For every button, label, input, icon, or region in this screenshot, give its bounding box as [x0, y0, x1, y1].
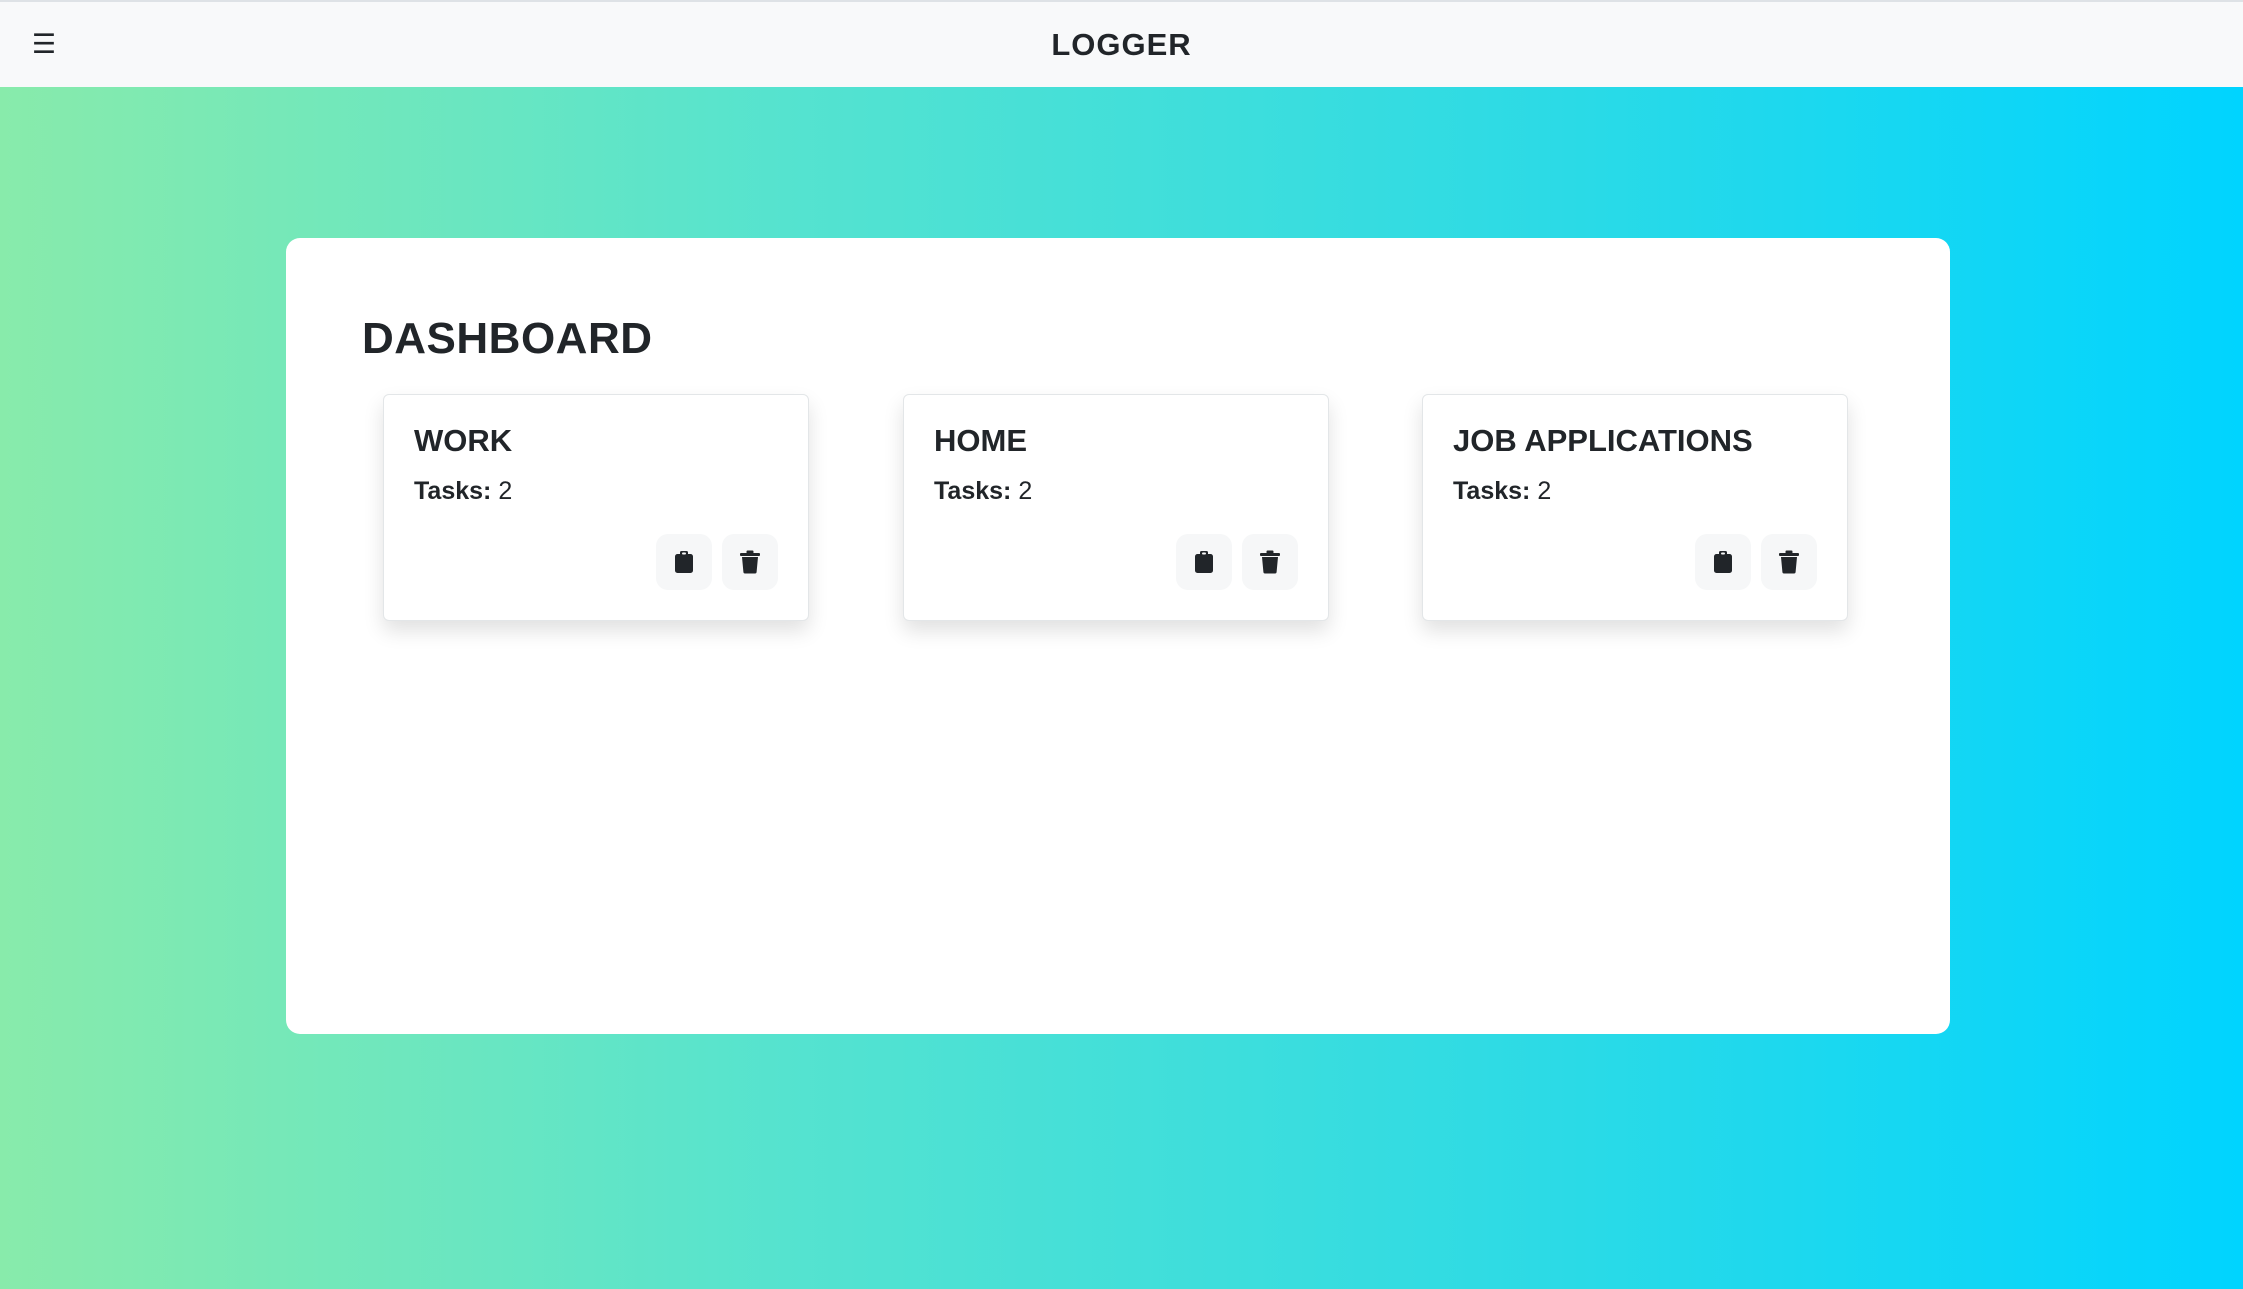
- app-title: LOGGER: [1051, 26, 1192, 62]
- dashboard-panel: DASHBOARD WORK Tasks: 2 HOME Tasks: 2 JO…: [286, 238, 1950, 1034]
- trash-icon: [1260, 550, 1280, 574]
- trash-icon: [740, 550, 760, 574]
- task-count-value: 2: [1537, 477, 1552, 505]
- task-count: Tasks: 2: [414, 477, 512, 506]
- open-tasks-button[interactable]: [1695, 534, 1751, 590]
- card-actions: [1695, 534, 1817, 590]
- delete-category-button[interactable]: [1242, 534, 1298, 590]
- card-actions: [656, 534, 778, 590]
- open-tasks-button[interactable]: [1176, 534, 1232, 590]
- open-tasks-button[interactable]: [656, 534, 712, 590]
- clipboard-icon: [1195, 551, 1213, 573]
- card-title: JOB APPLICATIONS: [1453, 423, 1753, 458]
- category-card-work[interactable]: WORK Tasks: 2: [383, 394, 809, 621]
- task-count-value: 2: [1018, 477, 1033, 505]
- delete-category-button[interactable]: [722, 534, 778, 590]
- category-card-job-applications[interactable]: JOB APPLICATIONS Tasks: 2: [1422, 394, 1848, 621]
- trash-icon: [1779, 550, 1799, 574]
- task-count: Tasks: 2: [1453, 477, 1551, 506]
- task-count-label: Tasks:: [1453, 477, 1531, 505]
- hamburger-icon: ☰: [31, 28, 57, 59]
- delete-category-button[interactable]: [1761, 534, 1817, 590]
- clipboard-icon: [1714, 551, 1732, 573]
- card-title: WORK: [414, 423, 513, 458]
- task-count-label: Tasks:: [934, 477, 1012, 505]
- card-title: HOME: [934, 423, 1027, 458]
- navbar: ☰ LOGGER: [0, 0, 2243, 87]
- page-title: DASHBOARD: [362, 314, 653, 363]
- clipboard-icon: [675, 551, 693, 573]
- card-actions: [1176, 534, 1298, 590]
- task-count-value: 2: [498, 477, 513, 505]
- task-count-label: Tasks:: [414, 477, 492, 505]
- task-count: Tasks: 2: [934, 477, 1032, 506]
- menu-toggle-button[interactable]: ☰: [24, 24, 64, 64]
- category-card-home[interactable]: HOME Tasks: 2: [903, 394, 1329, 621]
